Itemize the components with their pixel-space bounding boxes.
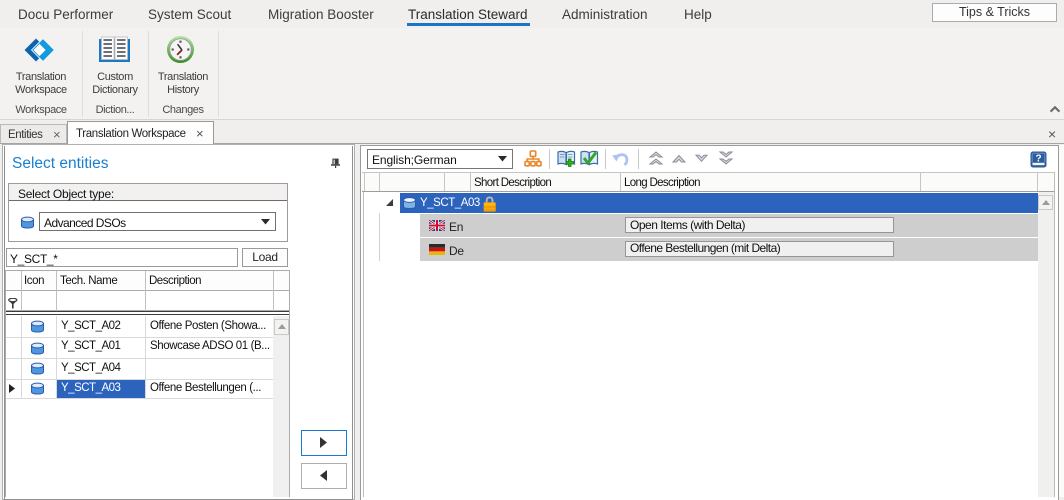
svg-text:?: ? [1035,154,1041,165]
